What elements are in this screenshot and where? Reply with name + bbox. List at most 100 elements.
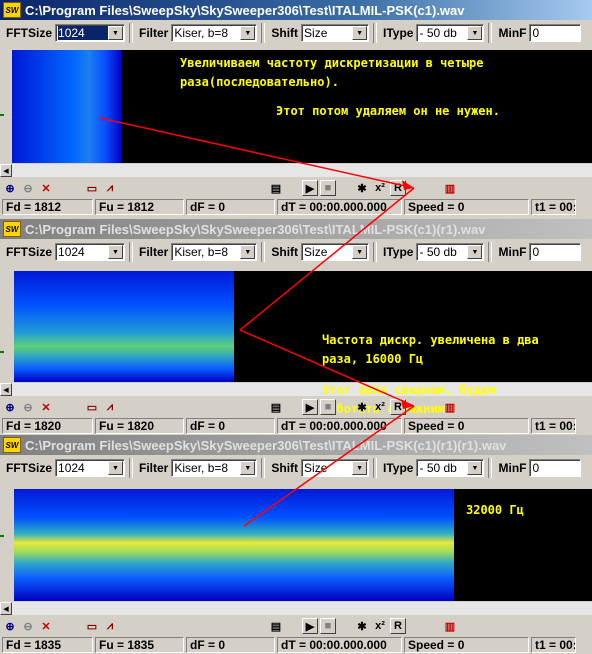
filter-select[interactable]: Kiser, b=8 ▼ <box>171 24 258 42</box>
color-palette-icon[interactable]: ▥ <box>442 180 458 196</box>
separator <box>488 458 493 478</box>
zoom-reset-icon[interactable]: ✕ <box>38 180 54 196</box>
stop-button[interactable]: ■ <box>320 399 336 415</box>
fftsize-select[interactable]: 1024 ▼ <box>55 459 126 477</box>
spectrum-icon[interactable]: ▭ <box>84 399 100 415</box>
separator <box>373 242 378 262</box>
transfer-icon[interactable]: ▤ <box>268 180 284 196</box>
filter-label: Filter <box>139 245 169 259</box>
title-bar[interactable]: SW C:\Program Files\SweepSky\SkySweeper3… <box>0 435 592 455</box>
scroll-left-icon[interactable]: ◀ <box>0 164 12 177</box>
filter-value: Kiser, b=8 <box>174 461 229 475</box>
filter-value: Kiser, b=8 <box>174 26 229 40</box>
scroll-track[interactable] <box>12 164 592 177</box>
title-bar[interactable]: SW C:\Program Files\SweepSky\SkySweeper3… <box>0 219 592 239</box>
waveform-icon[interactable]: ⩘ <box>102 618 118 634</box>
spectrogram-area[interactable]: 32000 Гц <box>0 481 592 601</box>
square-button[interactable]: x² <box>372 399 388 415</box>
chevron-down-icon[interactable]: ▼ <box>467 461 483 475</box>
chevron-down-icon[interactable]: ▼ <box>467 245 483 259</box>
star-button[interactable]: ✱ <box>354 399 370 415</box>
stop-button[interactable]: ■ <box>320 618 336 634</box>
minf-input[interactable]: 0 <box>529 243 582 261</box>
zoom-reset-icon[interactable]: ✕ <box>38 618 54 634</box>
spectrogram-area[interactable]: Частота дискр. увеличена в два раза, 160… <box>0 265 592 416</box>
spectrogram-window-2: SW C:\Program Files\SweepSky\SkySweeper3… <box>0 219 592 435</box>
fftsize-select[interactable]: 1024 ▼ <box>55 243 126 261</box>
itype-select[interactable]: - 50 db ▼ <box>416 243 485 261</box>
chevron-down-icon[interactable]: ▼ <box>240 26 256 40</box>
square-button[interactable]: x² <box>372 180 388 196</box>
zoom-out-icon[interactable]: ⊖ <box>20 399 36 415</box>
resample-button[interactable]: R <box>390 180 406 196</box>
fftsize-select[interactable]: 1024 ▼ <box>55 24 126 42</box>
filter-label: Filter <box>139 461 169 475</box>
scroll-left-icon[interactable]: ◀ <box>0 383 12 396</box>
waveform-icon[interactable]: ⩘ <box>102 180 118 196</box>
status-t1: t1 = 00:00 <box>531 418 576 434</box>
status-speed: Speed = 0 <box>404 637 529 653</box>
zoom-reset-icon[interactable]: ✕ <box>38 399 54 415</box>
status-bar: Fd = 1812 Fu = 1812 dF = 0 dT = 00:00.00… <box>0 198 592 216</box>
chevron-down-icon[interactable]: ▼ <box>108 461 124 475</box>
zoom-in-icon[interactable]: ⊕ <box>2 180 18 196</box>
chevron-down-icon[interactable]: ▼ <box>352 461 368 475</box>
minf-input[interactable]: 0 <box>529 459 582 477</box>
zoom-out-icon[interactable]: ⊖ <box>20 180 36 196</box>
shift-select[interactable]: Size ▼ <box>301 24 370 42</box>
fftsize-value: 1024 <box>58 245 85 259</box>
play-button[interactable]: ▶ <box>302 399 318 415</box>
zoom-out-icon[interactable]: ⊖ <box>20 618 36 634</box>
app-icon[interactable]: SW <box>3 221 21 237</box>
resample-button[interactable]: R <box>390 399 406 415</box>
star-button[interactable]: ✱ <box>354 618 370 634</box>
transfer-icon[interactable]: ▤ <box>268 399 284 415</box>
shift-label: Shift <box>271 245 299 259</box>
chevron-down-icon[interactable]: ▼ <box>108 26 124 40</box>
chevron-down-icon[interactable]: ▼ <box>352 26 368 40</box>
square-button[interactable]: x² <box>372 618 388 634</box>
status-t1: t1 = 00:00 <box>531 637 576 653</box>
play-button[interactable]: ▶ <box>302 618 318 634</box>
itype-select[interactable]: - 50 db ▼ <box>416 459 485 477</box>
shift-select[interactable]: Size ▼ <box>301 459 370 477</box>
filter-select[interactable]: Kiser, b=8 ▼ <box>171 243 258 261</box>
status-fu: Fu = 1812 <box>95 199 184 215</box>
status-fu: Fu = 1820 <box>95 418 184 434</box>
title-bar[interactable]: SW C:\Program Files\SweepSky\SkySweeper3… <box>0 0 592 20</box>
spectrum-icon[interactable]: ▭ <box>84 618 100 634</box>
chevron-down-icon[interactable]: ▼ <box>467 26 483 40</box>
chevron-down-icon[interactable]: ▼ <box>352 245 368 259</box>
color-palette-icon[interactable]: ▥ <box>442 618 458 634</box>
scroll-left-icon[interactable]: ◀ <box>0 602 12 615</box>
status-fd: Fd = 1812 <box>2 199 93 215</box>
minf-value: 0 <box>532 461 540 475</box>
waveform-icon[interactable]: ⩘ <box>102 399 118 415</box>
app-icon[interactable]: SW <box>3 437 21 453</box>
separator <box>373 458 378 478</box>
shift-select[interactable]: Size ▼ <box>301 243 370 261</box>
transfer-icon[interactable]: ▤ <box>268 618 284 634</box>
zoom-in-icon[interactable]: ⊕ <box>2 618 18 634</box>
horizontal-scrollbar[interactable]: ◀ <box>0 163 592 178</box>
resample-button[interactable]: R <box>390 618 406 634</box>
scroll-track[interactable] <box>12 602 592 615</box>
chevron-down-icon[interactable]: ▼ <box>240 245 256 259</box>
spectrogram-area[interactable]: Увеличиваем частоту дискретизации в четы… <box>0 46 592 163</box>
chevron-down-icon[interactable]: ▼ <box>240 461 256 475</box>
level-marker <box>0 114 4 116</box>
spectrum-icon[interactable]: ▭ <box>84 180 100 196</box>
zoom-in-icon[interactable]: ⊕ <box>2 399 18 415</box>
horizontal-scrollbar[interactable]: ◀ <box>0 601 592 616</box>
color-palette-icon[interactable]: ▥ <box>442 399 458 415</box>
chevron-down-icon[interactable]: ▼ <box>108 245 124 259</box>
filter-select[interactable]: Kiser, b=8 ▼ <box>171 459 258 477</box>
stop-button[interactable]: ■ <box>320 180 336 196</box>
play-button[interactable]: ▶ <box>302 180 318 196</box>
itype-select[interactable]: - 50 db ▼ <box>416 24 485 42</box>
minf-input[interactable]: 0 <box>529 24 582 42</box>
star-button[interactable]: ✱ <box>354 180 370 196</box>
app-icon[interactable]: SW <box>3 2 21 18</box>
status-speed: Speed = 0 <box>404 418 529 434</box>
note-line: раза, 16000 Гц <box>322 352 424 366</box>
